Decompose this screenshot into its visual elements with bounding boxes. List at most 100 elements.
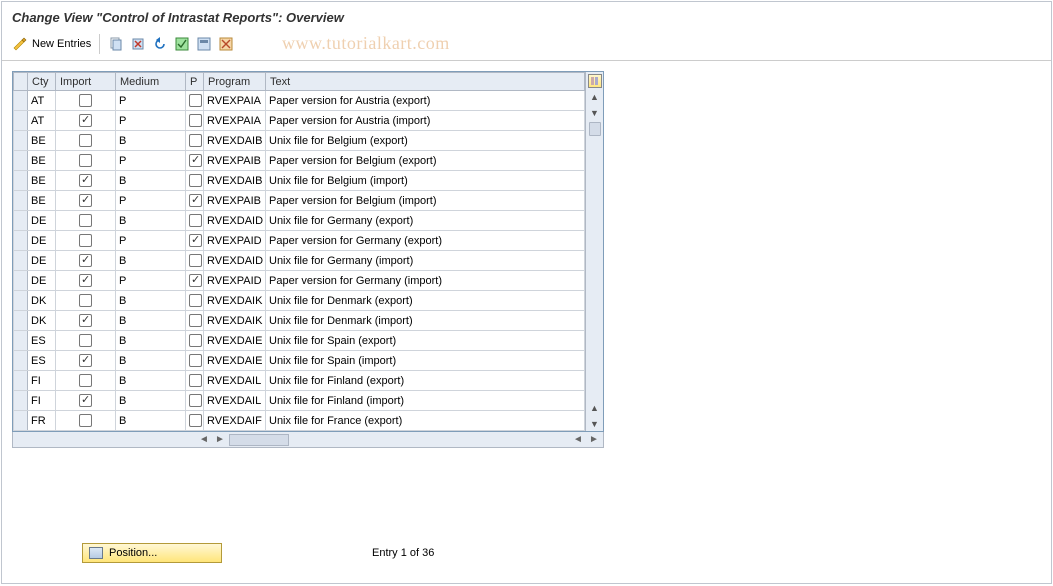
cell-text[interactable]: Unix file for Denmark (export) bbox=[266, 291, 585, 311]
cell-program[interactable]: RVEXDAID bbox=[204, 251, 266, 271]
import-checkbox[interactable] bbox=[79, 254, 92, 267]
cell-program[interactable]: RVEXPAIA bbox=[204, 91, 266, 111]
hscroll-left-end-icon[interactable]: ◄ bbox=[571, 434, 585, 445]
cell-text[interactable]: Unix file for Finland (import) bbox=[266, 391, 585, 411]
import-checkbox[interactable] bbox=[79, 234, 92, 247]
cell-text[interactable]: Paper version for Belgium (export) bbox=[266, 151, 585, 171]
import-checkbox[interactable] bbox=[79, 214, 92, 227]
cell-medium[interactable]: B bbox=[116, 251, 186, 271]
undo-change-icon[interactable] bbox=[150, 34, 170, 54]
cell-medium[interactable]: B bbox=[116, 171, 186, 191]
cell-import[interactable] bbox=[56, 191, 116, 211]
cell-import[interactable] bbox=[56, 371, 116, 391]
cell-text[interactable]: Paper version for Austria (export) bbox=[266, 91, 585, 111]
table-row[interactable]: DEPRVEXPAIDPaper version for Germany (im… bbox=[14, 271, 585, 291]
cell-p[interactable] bbox=[186, 251, 204, 271]
cell-p[interactable] bbox=[186, 371, 204, 391]
scroll-down-small-icon[interactable]: ▼ bbox=[588, 106, 602, 120]
cell-cty[interactable]: FR bbox=[28, 411, 56, 431]
column-header-import[interactable]: Import bbox=[56, 73, 116, 91]
cell-p[interactable] bbox=[186, 351, 204, 371]
cell-import[interactable] bbox=[56, 311, 116, 331]
copy-as-icon[interactable] bbox=[106, 34, 126, 54]
cell-import[interactable] bbox=[56, 211, 116, 231]
scroll-up-bottom-icon[interactable]: ▲ bbox=[588, 401, 602, 415]
cell-program[interactable]: RVEXDAID bbox=[204, 211, 266, 231]
p-checkbox[interactable] bbox=[189, 354, 202, 367]
table-row[interactable]: ESBRVEXDAIEUnix file for Spain (import) bbox=[14, 351, 585, 371]
delete-icon[interactable] bbox=[128, 34, 148, 54]
hscroll-right-step-icon[interactable]: ► bbox=[213, 434, 227, 445]
p-checkbox[interactable] bbox=[189, 134, 202, 147]
cell-medium[interactable]: P bbox=[116, 111, 186, 131]
cell-cty[interactable]: DK bbox=[28, 291, 56, 311]
cell-program[interactable]: RVEXDAIL bbox=[204, 391, 266, 411]
row-handle[interactable] bbox=[14, 311, 28, 331]
table-row[interactable]: BEBRVEXDAIBUnix file for Belgium (import… bbox=[14, 171, 585, 191]
cell-p[interactable] bbox=[186, 91, 204, 111]
cell-program[interactable]: RVEXPAID bbox=[204, 271, 266, 291]
cell-text[interactable]: Paper version for Germany (import) bbox=[266, 271, 585, 291]
cell-import[interactable] bbox=[56, 251, 116, 271]
cell-import[interactable] bbox=[56, 391, 116, 411]
cell-medium[interactable]: B bbox=[116, 131, 186, 151]
cell-medium[interactable]: B bbox=[116, 411, 186, 431]
cell-text[interactable]: Unix file for Belgium (import) bbox=[266, 171, 585, 191]
cell-import[interactable] bbox=[56, 151, 116, 171]
cell-program[interactable]: RVEXDAIE bbox=[204, 331, 266, 351]
row-handle[interactable] bbox=[14, 191, 28, 211]
import-checkbox[interactable] bbox=[79, 174, 92, 187]
hscroll-left-icon[interactable]: ◄ bbox=[197, 434, 211, 445]
table-row[interactable]: BEPRVEXPAIBPaper version for Belgium (im… bbox=[14, 191, 585, 211]
cell-program[interactable]: RVEXDAIB bbox=[204, 131, 266, 151]
cell-import[interactable] bbox=[56, 411, 116, 431]
cell-program[interactable]: RVEXPAIB bbox=[204, 191, 266, 211]
row-handle[interactable] bbox=[14, 411, 28, 431]
table-row[interactable]: BEPRVEXPAIBPaper version for Belgium (ex… bbox=[14, 151, 585, 171]
table-row[interactable]: FIBRVEXDAILUnix file for Finland (export… bbox=[14, 371, 585, 391]
cell-text[interactable]: Unix file for Germany (export) bbox=[266, 211, 585, 231]
row-handle[interactable] bbox=[14, 231, 28, 251]
cell-p[interactable] bbox=[186, 131, 204, 151]
column-header-text[interactable]: Text bbox=[266, 73, 585, 91]
cell-cty[interactable]: BE bbox=[28, 191, 56, 211]
table-row[interactable]: DEPRVEXPAIDPaper version for Germany (ex… bbox=[14, 231, 585, 251]
scroll-up-icon[interactable]: ▲ bbox=[588, 90, 602, 104]
cell-import[interactable] bbox=[56, 331, 116, 351]
cell-import[interactable] bbox=[56, 91, 116, 111]
cell-p[interactable] bbox=[186, 311, 204, 331]
table-row[interactable]: DKBRVEXDAIKUnix file for Denmark (import… bbox=[14, 311, 585, 331]
table-row[interactable]: FRBRVEXDAIFUnix file for France (export) bbox=[14, 411, 585, 431]
cell-import[interactable] bbox=[56, 291, 116, 311]
p-checkbox[interactable] bbox=[189, 254, 202, 267]
column-header-p[interactable]: P bbox=[186, 73, 204, 91]
p-checkbox[interactable] bbox=[189, 334, 202, 347]
deselect-all-icon[interactable] bbox=[216, 34, 236, 54]
cell-text[interactable]: Unix file for Denmark (import) bbox=[266, 311, 585, 331]
cell-medium[interactable]: P bbox=[116, 91, 186, 111]
cell-medium[interactable]: B bbox=[116, 211, 186, 231]
row-handle[interactable] bbox=[14, 351, 28, 371]
p-checkbox[interactable] bbox=[189, 154, 202, 167]
row-handle[interactable] bbox=[14, 271, 28, 291]
select-all-icon[interactable] bbox=[172, 34, 192, 54]
cell-text[interactable]: Unix file for Belgium (export) bbox=[266, 131, 585, 151]
cell-program[interactable]: RVEXPAIA bbox=[204, 111, 266, 131]
row-handle[interactable] bbox=[14, 131, 28, 151]
row-handle[interactable] bbox=[14, 91, 28, 111]
hscroll-thumb[interactable] bbox=[229, 434, 289, 446]
import-checkbox[interactable] bbox=[79, 154, 92, 167]
cell-text[interactable]: Paper version for Austria (import) bbox=[266, 111, 585, 131]
table-row[interactable]: FIBRVEXDAILUnix file for Finland (import… bbox=[14, 391, 585, 411]
import-checkbox[interactable] bbox=[79, 274, 92, 287]
cell-p[interactable] bbox=[186, 171, 204, 191]
cell-import[interactable] bbox=[56, 131, 116, 151]
cell-program[interactable]: RVEXDAIL bbox=[204, 371, 266, 391]
cell-cty[interactable]: BE bbox=[28, 171, 56, 191]
row-handle[interactable] bbox=[14, 251, 28, 271]
cell-cty[interactable]: BE bbox=[28, 131, 56, 151]
cell-text[interactable]: Unix file for France (export) bbox=[266, 411, 585, 431]
cell-p[interactable] bbox=[186, 411, 204, 431]
p-checkbox[interactable] bbox=[189, 314, 202, 327]
cell-medium[interactable]: B bbox=[116, 291, 186, 311]
